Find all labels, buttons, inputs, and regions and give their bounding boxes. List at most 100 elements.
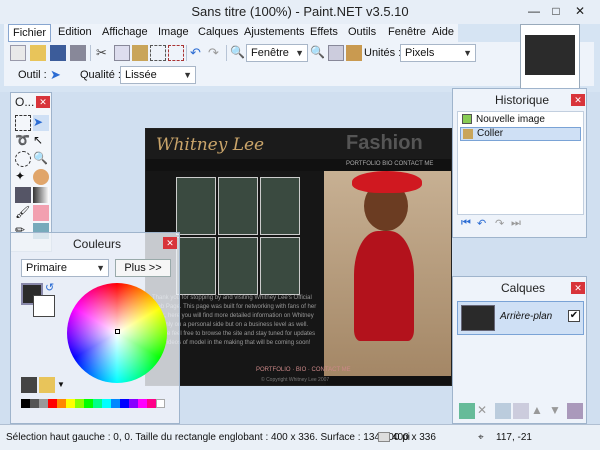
palette-swatch[interactable] [147, 399, 156, 408]
palette-swatch[interactable] [39, 399, 48, 408]
minimize-icon[interactable]: — [526, 4, 542, 18]
undo-icon[interactable]: ↶ [477, 217, 486, 230]
palette-swatch[interactable] [66, 399, 75, 408]
undo-icon[interactable]: ↶ [190, 45, 206, 61]
close-icon[interactable]: ✕ [571, 94, 585, 106]
history-item-selected[interactable]: Coller [460, 127, 581, 141]
image-thumbnail-tab[interactable] [520, 24, 580, 94]
maximize-icon[interactable]: □ [548, 4, 564, 18]
palette-swatch[interactable] [120, 399, 129, 408]
layer-row[interactable]: Arrière-plan ✔ [457, 301, 584, 335]
deselect-icon[interactable] [168, 45, 184, 61]
cut-icon[interactable]: ✂ [96, 45, 112, 61]
close-icon[interactable]: ✕ [36, 96, 50, 108]
grid-icon[interactable] [328, 45, 344, 61]
delete-layer-icon[interactable]: ✕ [477, 403, 493, 419]
gallery-photo [176, 177, 216, 235]
new-icon[interactable] [10, 45, 26, 61]
reset-colors-icon[interactable] [21, 377, 37, 393]
palette-swatch[interactable] [138, 399, 147, 408]
menu-affichage[interactable]: Affichage [102, 26, 148, 38]
zoom-in-icon[interactable]: 🔍 [310, 45, 326, 61]
eraser-icon[interactable] [33, 205, 49, 221]
zoom-out-icon[interactable]: 🔍 [230, 45, 246, 61]
history-panel-title: Historique [495, 93, 550, 107]
history-item[interactable]: Nouvelle image [460, 113, 581, 127]
palette-swatch[interactable] [75, 399, 84, 408]
document-canvas[interactable]: Whitney Lee Fashion PORTFOLIO BIO CONTAC… [145, 128, 452, 386]
ruler-icon[interactable] [346, 45, 362, 61]
menu-aide[interactable]: Aide [432, 26, 454, 38]
more-button[interactable]: Plus >> [115, 259, 171, 277]
layer-visibility-checkbox[interactable]: ✔ [568, 310, 580, 322]
save-icon[interactable] [50, 45, 66, 61]
brush-icon[interactable]: 🖌 [15, 205, 31, 221]
palette-swatch[interactable] [111, 399, 120, 408]
duplicate-layer-icon[interactable] [495, 403, 511, 419]
menu-ajustements[interactable]: Ajustements [244, 26, 305, 38]
paste-icon [463, 129, 473, 139]
palette-swatch[interactable] [93, 399, 102, 408]
close-icon[interactable]: ✕ [572, 4, 588, 18]
zoom-icon[interactable]: 🔍 [33, 151, 49, 167]
crop-icon[interactable] [150, 45, 166, 61]
zoom-select-value: Fenêtre [251, 47, 289, 59]
status-selection: Sélection haut gauche : 0, 0. Taille du … [6, 432, 410, 443]
bucket-icon[interactable] [15, 187, 31, 203]
palette-swatch[interactable] [21, 399, 30, 408]
gallery-photo [218, 177, 258, 235]
palette-swatch[interactable] [30, 399, 39, 408]
palette-menu-icon[interactable] [39, 377, 55, 393]
secondary-color-swatch[interactable] [33, 295, 55, 317]
menu-effets[interactable]: Effets [310, 26, 338, 38]
magic-wand-icon[interactable]: ✦ [15, 169, 31, 185]
gradient-icon[interactable] [33, 187, 49, 203]
gallery-photo [218, 237, 258, 295]
swap-colors-icon[interactable]: ↺ [45, 281, 54, 294]
move-pixels-icon[interactable]: ↖ [33, 133, 49, 149]
ellipse-select-icon[interactable] [15, 151, 31, 167]
menu-fichier[interactable]: Fichier [8, 24, 52, 42]
menu-outils[interactable]: Outils [348, 26, 376, 38]
tool-label: Outil : [18, 69, 47, 81]
gallery-photo [176, 237, 216, 295]
color-mode-select[interactable]: Primaire ▼ [21, 259, 109, 277]
units-select[interactable]: Pixels ▼ [400, 44, 476, 62]
history-first-icon[interactable]: ⏮ [461, 217, 471, 230]
color-mode-value: Primaire [26, 262, 67, 274]
history-last-icon[interactable]: ⏭ [511, 217, 521, 230]
quality-select[interactable]: Lissée ▼ [120, 66, 196, 84]
chevron-down-icon[interactable]: ▼ [57, 380, 65, 389]
zoom-select[interactable]: Fenêtre ▼ [246, 44, 308, 62]
menu-edition[interactable]: Edition [58, 26, 92, 38]
merge-layer-icon[interactable] [513, 403, 529, 419]
lasso-icon[interactable]: ➰ [15, 133, 31, 149]
move-tool-icon[interactable]: ➤ [50, 67, 66, 83]
copy-icon[interactable] [114, 45, 130, 61]
move-layer-down-icon[interactable]: ▼ [549, 403, 565, 419]
close-icon[interactable]: ✕ [163, 237, 177, 249]
palette-swatch[interactable] [57, 399, 66, 408]
layer-properties-icon[interactable] [567, 403, 583, 419]
paste-icon[interactable] [132, 45, 148, 61]
units-select-value: Pixels [405, 47, 435, 59]
move-selection-icon[interactable]: ➤ [33, 115, 49, 131]
palette-swatch[interactable] [102, 399, 111, 408]
menu-image[interactable]: Image [158, 26, 189, 38]
print-icon[interactable] [70, 45, 86, 61]
menu-fenetre[interactable]: Fenêtre [388, 26, 426, 38]
open-icon[interactable] [30, 45, 46, 61]
title-bar: Sans titre (100%) - Paint.NET v3.5.10 — … [0, 0, 600, 24]
move-layer-up-icon[interactable]: ▲ [531, 403, 547, 419]
add-layer-icon[interactable] [459, 403, 475, 419]
menu-calques[interactable]: Calques [198, 26, 238, 38]
redo-icon[interactable]: ↷ [208, 45, 224, 61]
palette-swatch[interactable] [156, 399, 165, 408]
redo-icon[interactable]: ↷ [495, 217, 504, 230]
palette-swatch[interactable] [84, 399, 93, 408]
palette-swatch[interactable] [129, 399, 138, 408]
rectangle-select-icon[interactable] [15, 115, 31, 131]
palette-swatch[interactable] [48, 399, 57, 408]
close-icon[interactable]: ✕ [571, 282, 585, 294]
pan-icon[interactable] [33, 169, 49, 185]
